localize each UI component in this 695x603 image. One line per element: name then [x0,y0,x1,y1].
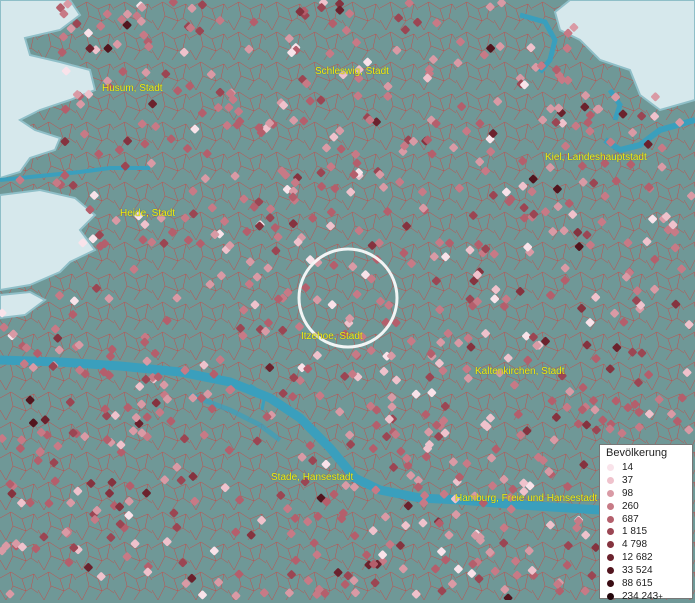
city-label-schleswig: Schleswig, Stadt [315,66,389,77]
legend-row: 687 [600,513,692,526]
legend-row: 37 [600,474,692,487]
legend-label: 33 524 [622,565,653,577]
legend-label: 98 [622,487,634,499]
legend-swatch [607,567,614,575]
legend-label: 687 [622,513,639,525]
legend-swatch [607,489,614,497]
legend-label: 1 815 [622,526,648,538]
legend-label: 37 [622,474,634,486]
legend-swatch [607,554,614,562]
legend-open-end: + [658,591,663,601]
legend-swatch [607,528,614,536]
legend-swatch [607,476,614,484]
legend-label: 234 243 [622,590,659,602]
legend-swatch [607,515,614,523]
legend-swatch [607,592,614,600]
city-label-kiel: Kiel, Landeshauptstadt [545,152,647,163]
city-label-stade: Stade, Hansestadt [271,472,354,483]
legend-row: 14 [600,461,692,474]
legend-swatch [607,541,614,549]
legend-row: 1 815 [600,525,692,538]
legend-title: Bevölkerung [606,447,668,459]
legend-row: 98 [600,487,692,500]
city-label-hamburg: Hamburg, Freie und Hansestadt [455,493,598,504]
city-label-itzehoe: Itzehoe, Stadt [301,331,363,342]
population-legend: Bevölkerung 14 37 98 260 687 1 815 4 798… [599,444,693,602]
legend-label: 4 798 [622,539,648,551]
legend-label: 260 [622,500,639,512]
legend-row: 33 524 [600,564,692,577]
legend-swatch [607,579,614,587]
legend-row: 260 [600,500,692,513]
legend-label: 14 [622,461,634,473]
legend-row: 88 615 [600,577,692,590]
legend-swatch [607,463,614,471]
city-label-husum: Husum, Stadt [102,83,163,94]
legend-row: 234 243 + [600,590,692,603]
legend-row: 12 682 [600,551,692,564]
city-label-kaltenkirchen: Kaltenkirchen, Stadt [475,366,565,377]
legend-swatch [607,502,614,510]
legend-row: 4 798 [600,538,692,551]
legend-label: 88 615 [622,577,653,589]
legend-label: 12 682 [622,552,653,564]
city-label-heide: Heide, Stadt [120,208,176,219]
